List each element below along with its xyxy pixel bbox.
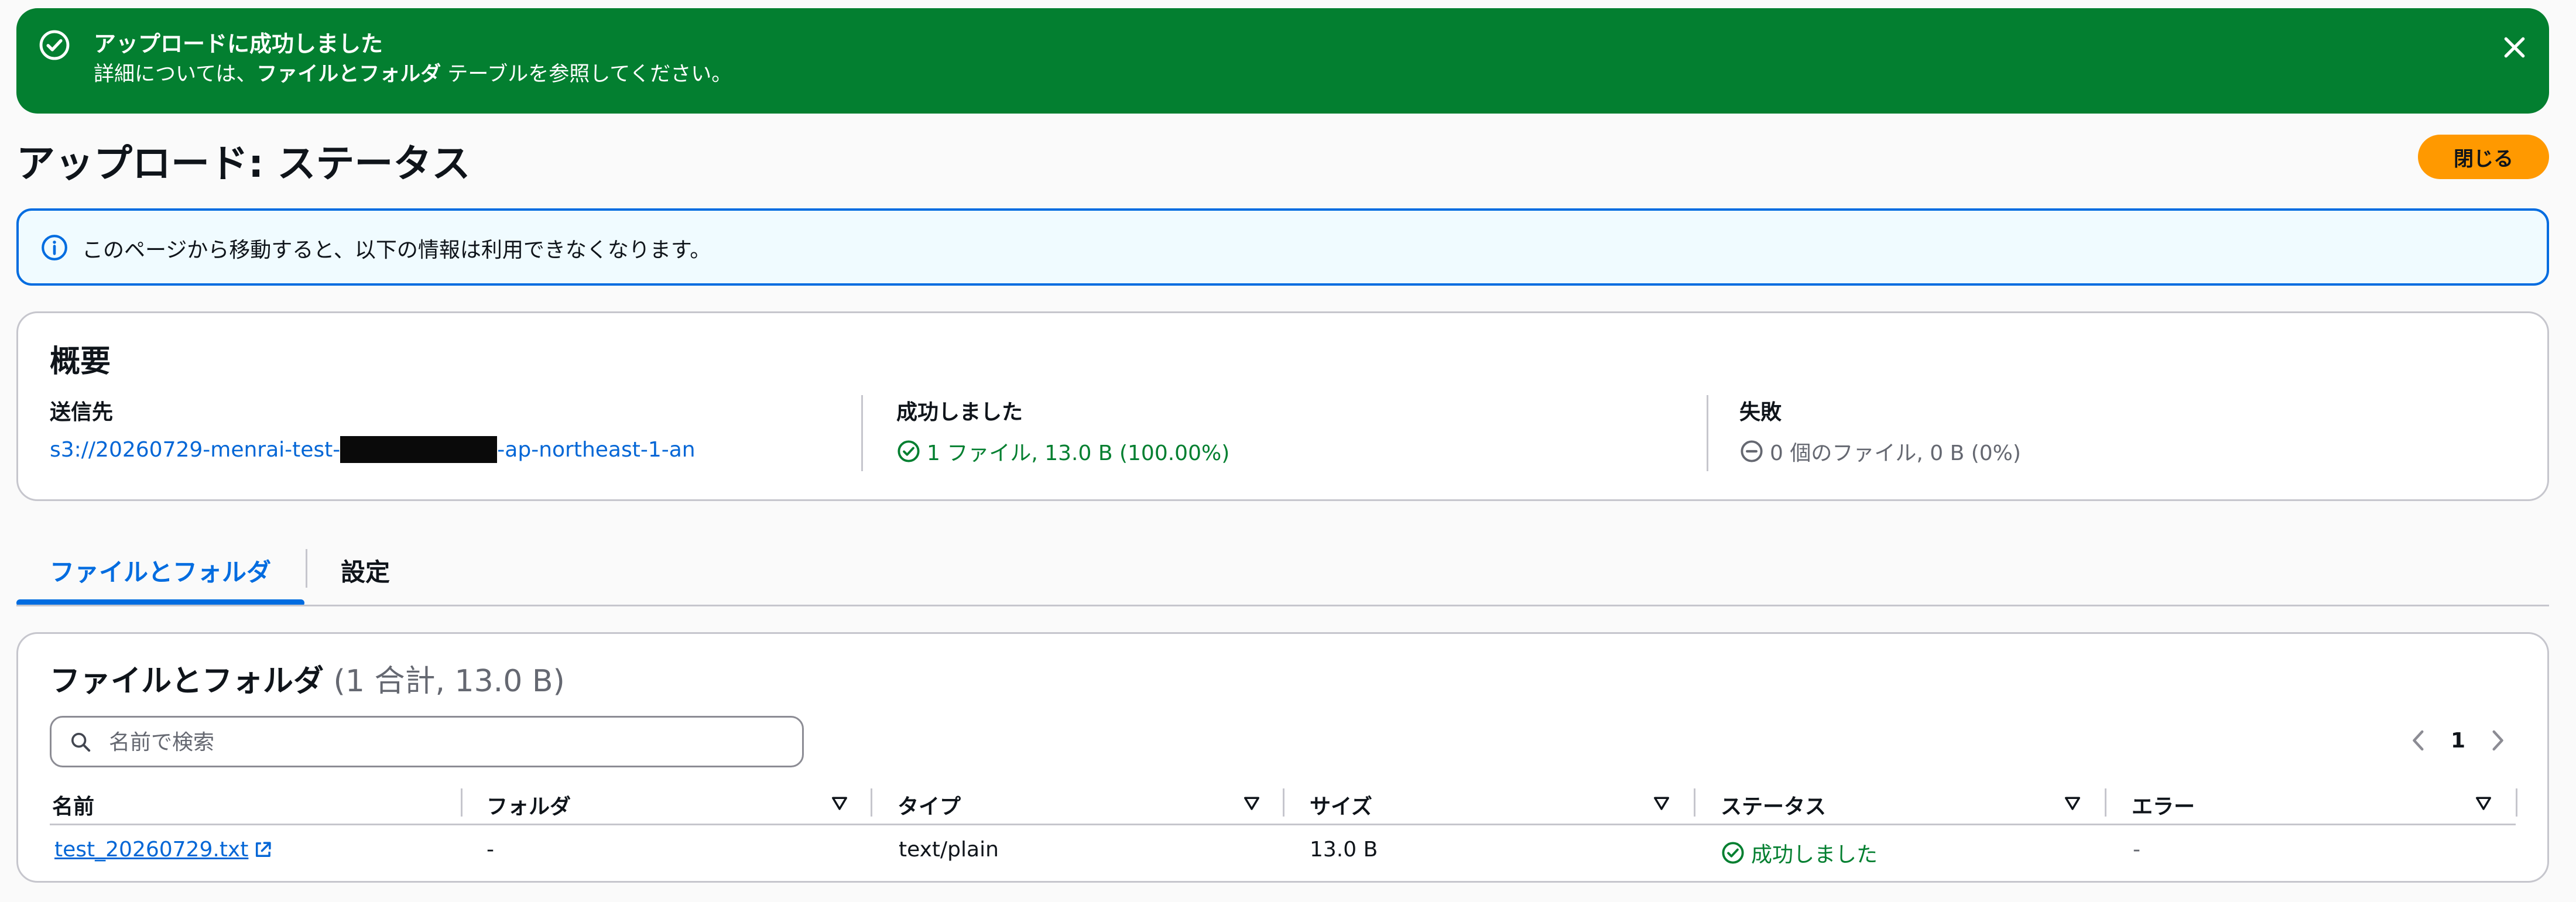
success-flashbar: アップロードに成功しました 詳細については、ファイルとフォルダ テーブルを参照し…	[16, 8, 2549, 114]
flash-message: 詳細については、ファイルとフォルダ テーブルを参照してください。	[94, 57, 732, 87]
column-header-folder[interactable]: フォルダ	[487, 790, 571, 820]
summary-container: 概要 送信先 s3://20260729-menrai-test- -ap-nor…	[16, 311, 2549, 501]
destination-prefix: s3://20260729-menrai-test-	[50, 437, 341, 462]
sort-down-icon[interactable]	[1243, 794, 1260, 812]
sort-down-icon[interactable]	[2064, 794, 2081, 812]
minus-circle-icon	[1739, 439, 1770, 464]
failed-value: 0 個のファイル, 0 B (0%)	[1739, 436, 2021, 467]
flash-title: アップロードに成功しました	[94, 31, 383, 57]
close-icon[interactable]	[2499, 32, 2530, 63]
tab-settings[interactable]: 設定	[341, 553, 390, 588]
type-cell: text/plain	[899, 838, 999, 862]
flash-message-prefix: 詳細については、	[94, 63, 257, 86]
tab-baseline	[16, 605, 2549, 606]
column-divider	[1707, 395, 1708, 471]
status-cell: 成功しました	[1721, 838, 1878, 868]
chevron-left-icon[interactable]	[2410, 729, 2427, 752]
failed-label: 失敗	[1739, 400, 1782, 424]
sort-down-icon[interactable]	[2475, 794, 2492, 812]
succeeded-column: 成功しました 1 ファイル, 13.0 B (100.00%)	[896, 395, 1229, 467]
page-title: アップロード: ステータス	[16, 141, 471, 186]
column-separator[interactable]	[461, 788, 463, 817]
search-field[interactable]	[50, 716, 804, 767]
page-number[interactable]: 1	[2451, 729, 2465, 753]
succeeded-value: 1 ファイル, 13.0 B (100.00%)	[896, 436, 1229, 467]
size-cell: 13.0 B	[1310, 838, 1378, 862]
file-name-cell: test_20260729.txt	[54, 838, 280, 862]
files-table-container: ファイルとフォルダ (1 合計, 13.0 B) 1 名前 フォルダ タイプ サ…	[16, 632, 2549, 883]
files-table-header: ファイルとフォルダ (1 合計, 13.0 B)	[50, 656, 565, 700]
sort-down-icon[interactable]	[1653, 794, 1670, 812]
sort-down-icon[interactable]	[831, 794, 848, 812]
chevron-right-icon[interactable]	[2489, 729, 2506, 752]
external-link-icon[interactable]	[252, 839, 280, 861]
column-header-error[interactable]: エラー	[2132, 790, 2195, 820]
failed-text: 0 個のファイル, 0 B (0%)	[1770, 441, 2021, 465]
column-header-status[interactable]: ステータス	[1721, 790, 1826, 820]
files-table-count: (1 合計, 13.0 B)	[333, 664, 565, 699]
redacted-block	[340, 436, 498, 463]
folder-cell: -	[487, 838, 494, 862]
check-circle-icon	[896, 439, 927, 464]
tab-files-and-folders[interactable]: ファイルとフォルダ	[16, 553, 304, 588]
header-divider	[50, 824, 2516, 825]
files-table-title: ファイルとフォルダ	[50, 664, 324, 699]
file-name-link[interactable]: test_20260729.txt	[54, 838, 248, 862]
succeeded-label: 成功しました	[896, 400, 1023, 424]
destination-suffix: -ap-northeast-1-an	[497, 437, 696, 462]
close-button[interactable]: 閉じる	[2418, 135, 2549, 179]
destination-label: 送信先	[50, 400, 114, 424]
column-separator[interactable]	[2105, 788, 2106, 817]
check-circle-icon	[1721, 841, 1751, 865]
column-header-name[interactable]: 名前	[52, 790, 94, 820]
info-icon	[40, 233, 69, 262]
column-separator[interactable]	[1283, 788, 1284, 817]
pagination: 1	[2410, 723, 2506, 758]
column-header-size[interactable]: サイズ	[1310, 790, 1372, 820]
destination-column: 送信先 s3://20260729-menrai-test- -ap-northe…	[50, 395, 696, 463]
info-text: このページから移動すると、以下の情報は利用できなくなります。	[82, 238, 711, 262]
column-separator[interactable]	[1694, 788, 1695, 817]
tab-separator	[306, 549, 307, 588]
summary-heading: 概要	[50, 344, 111, 379]
flash-message-bold: ファイルとフォルダ	[256, 63, 441, 86]
column-divider	[861, 395, 863, 471]
succeeded-text: 1 ファイル, 13.0 B (100.00%)	[927, 441, 1230, 465]
flash-message-suffix: テーブルを参照してください。	[441, 63, 732, 86]
column-separator[interactable]	[871, 788, 872, 817]
check-circle-icon	[37, 28, 71, 62]
tab-bar: ファイルとフォルダ 設定	[16, 533, 2549, 606]
status-text: 成功しました	[1751, 843, 1878, 867]
search-input[interactable]	[108, 726, 789, 759]
error-cell: -	[2133, 838, 2140, 862]
failed-column: 失敗 0 個のファイル, 0 B (0%)	[1739, 395, 2021, 467]
column-separator[interactable]	[2516, 788, 2517, 817]
destination-link[interactable]: s3://20260729-menrai-test- -ap-northeast-…	[50, 436, 696, 463]
info-alert: このページから移動すると、以下の情報は利用できなくなります。	[16, 208, 2549, 286]
column-header-type[interactable]: タイプ	[898, 790, 961, 820]
